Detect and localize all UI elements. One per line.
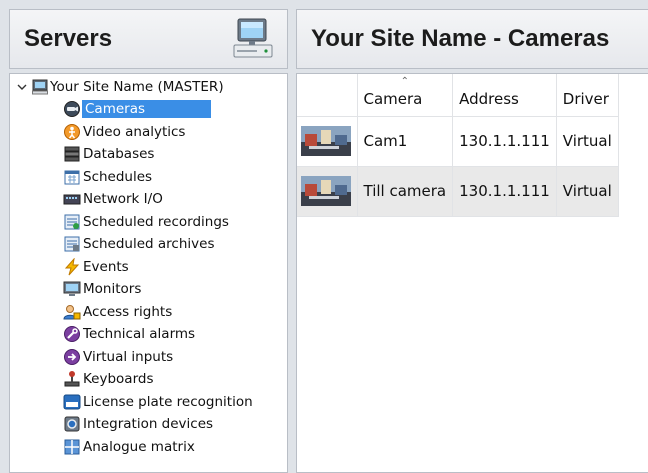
tree-item-analogue-matrix[interactable]: Analogue matrix bbox=[63, 436, 287, 459]
server-computer-icon bbox=[233, 18, 273, 58]
servers-panel-title: Servers bbox=[24, 25, 113, 52]
column-header-address[interactable]: Address bbox=[452, 74, 557, 117]
tree-item-label: Monitors bbox=[83, 281, 142, 298]
camera-driver-cell: Virtual bbox=[556, 116, 619, 167]
tree-item-label: Video analytics bbox=[83, 123, 186, 140]
sort-ascending-icon: ⌃ bbox=[400, 76, 409, 87]
tree-item-access-rights[interactable]: Access rights bbox=[63, 301, 287, 324]
cameras-grid: ⌃ Camera Address Driver Cam1 130.1.1.111… bbox=[296, 73, 648, 473]
tree-item-label: Technical alarms bbox=[83, 326, 196, 343]
cameras-panel-title: Your Site Name - Cameras bbox=[311, 25, 610, 52]
tree-item-virtual-inputs[interactable]: Virtual inputs bbox=[63, 346, 287, 369]
tree-item-keyboards[interactable]: Keyboards bbox=[63, 368, 287, 391]
cameras-panel-header: Your Site Name - Cameras bbox=[296, 9, 648, 69]
tree-item-scheduled-recordings[interactable]: Scheduled recordings bbox=[63, 211, 287, 234]
network-io-icon bbox=[63, 194, 81, 205]
camera-address-cell: 130.1.1.111 bbox=[452, 166, 557, 217]
camera-name-cell: Till camera bbox=[357, 166, 454, 217]
camera-name-cell: Cam1 bbox=[357, 116, 454, 167]
cameras-table: ⌃ Camera Address Driver Cam1 130.1.1.111… bbox=[297, 74, 619, 217]
analogue-matrix-icon bbox=[64, 439, 80, 455]
access-rights-icon bbox=[63, 304, 81, 320]
tree-item-monitors[interactable]: Monitors bbox=[63, 278, 287, 301]
tree-item-label: Scheduled archives bbox=[83, 236, 215, 253]
tree-root-label: Your Site Name (MASTER) bbox=[50, 79, 224, 95]
tree-item-video-analytics[interactable]: Video analytics bbox=[63, 121, 287, 144]
tree-item-scheduled-archives[interactable]: Scheduled archives bbox=[63, 233, 287, 256]
database-icon bbox=[64, 146, 80, 162]
tree-item-databases[interactable]: Databases bbox=[63, 143, 287, 166]
video-analytics-icon bbox=[64, 123, 80, 140]
tree-item-license-plate-recognition[interactable]: License plate recognition bbox=[63, 391, 287, 414]
table-row[interactable]: Cam1 130.1.1.111 Virtual bbox=[297, 116, 619, 167]
scheduled-recording-icon bbox=[64, 214, 80, 230]
chevron-down-icon[interactable] bbox=[16, 81, 28, 93]
camera-driver-cell: Virtual bbox=[556, 166, 619, 217]
tree-item-schedules[interactable]: Schedules bbox=[63, 166, 287, 189]
scheduled-archive-icon bbox=[64, 236, 80, 252]
tree-item-cameras[interactable]: Cameras bbox=[63, 98, 287, 121]
integration-device-icon bbox=[64, 416, 80, 432]
camera-thumbnail-icon bbox=[301, 176, 351, 206]
tree-item-label: Cameras bbox=[82, 100, 212, 119]
tree-item-network-io[interactable]: Network I/O bbox=[63, 188, 287, 211]
tree-root-site[interactable]: Your Site Name (MASTER) bbox=[16, 77, 224, 97]
lightning-icon bbox=[64, 257, 80, 276]
tree-item-label: License plate recognition bbox=[83, 393, 253, 410]
joystick-icon bbox=[64, 371, 80, 387]
tree-item-label: Keyboards bbox=[83, 371, 154, 388]
column-header-driver[interactable]: Driver bbox=[556, 74, 619, 117]
monitor-icon bbox=[63, 281, 81, 297]
tree-item-events[interactable]: Events bbox=[63, 256, 287, 279]
schedule-icon bbox=[64, 170, 80, 185]
thumbnail-cell bbox=[297, 166, 358, 217]
tree-item-label: Events bbox=[83, 258, 129, 275]
table-row[interactable]: Till camera 130.1.1.111 Virtual bbox=[297, 166, 619, 217]
camera-icon bbox=[64, 101, 80, 118]
tree-item-label: Databases bbox=[83, 146, 155, 163]
server-tree: Your Site Name (MASTER) Cameras Video an… bbox=[9, 73, 288, 473]
tree-item-integration-devices[interactable]: Integration devices bbox=[63, 413, 287, 436]
site-server-icon bbox=[32, 79, 48, 95]
tree-item-label: Schedules bbox=[83, 168, 153, 185]
tree-item-label: Scheduled recordings bbox=[83, 213, 229, 230]
virtual-input-icon bbox=[64, 348, 80, 365]
camera-thumbnail-icon bbox=[301, 126, 351, 156]
tree-item-label: Virtual inputs bbox=[83, 348, 174, 365]
column-header-thumbnail[interactable] bbox=[297, 74, 358, 117]
servers-panel-header: Servers bbox=[9, 9, 288, 69]
thumbnail-cell bbox=[297, 116, 358, 167]
tree-item-label: Integration devices bbox=[83, 416, 214, 433]
tree-item-technical-alarms[interactable]: Technical alarms bbox=[63, 323, 287, 346]
wrench-icon bbox=[64, 326, 80, 343]
tree-item-label: Analogue matrix bbox=[83, 438, 195, 455]
tree-item-label: Network I/O bbox=[83, 191, 163, 208]
tree-item-label: Access rights bbox=[83, 303, 173, 320]
column-header-camera[interactable]: ⌃ Camera bbox=[357, 74, 454, 117]
license-plate-icon bbox=[63, 394, 81, 410]
camera-address-cell: 130.1.1.111 bbox=[452, 116, 557, 167]
